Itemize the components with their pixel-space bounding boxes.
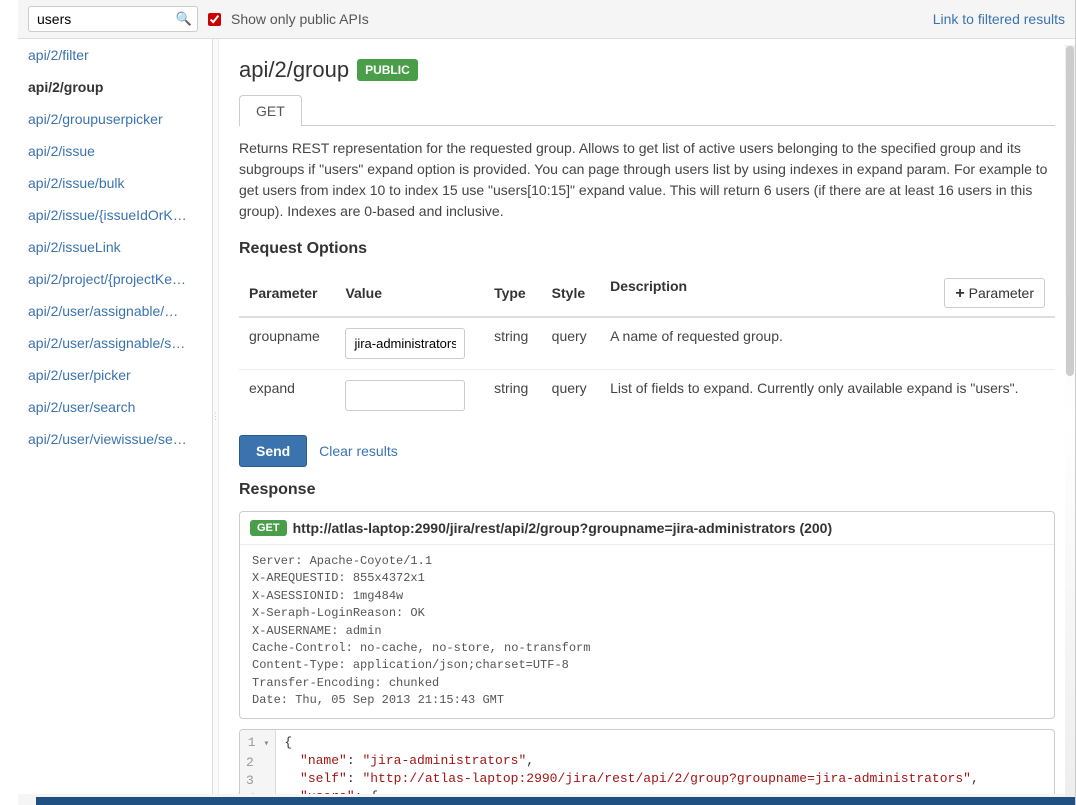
line-gutter: 1 ▾ 2 3 4 ▾ 5: [240, 730, 276, 794]
param-style: query: [542, 370, 600, 422]
sidebar: api/2/filterapi/2/groupapi/2/groupuserpi…: [18, 39, 213, 794]
add-parameter-button[interactable]: + Parameter: [944, 278, 1045, 308]
table-row: expand stringqueryList of fields to expan…: [239, 370, 1055, 422]
plus-icon: +: [955, 285, 964, 302]
param-desc: A name of requested group.: [600, 317, 1055, 370]
send-button[interactable]: Send: [239, 435, 307, 467]
sidebar-item[interactable]: api/2/user/viewissue/se…: [18, 423, 212, 455]
api-path: api/2/group: [239, 57, 349, 83]
th-parameter: Parameter: [239, 270, 335, 317]
param-name: groupname: [239, 317, 335, 370]
params-table: Parameter Value Type Style Description +…: [239, 270, 1055, 421]
json-code: { "name": "jira-administrators", "self":…: [276, 730, 986, 794]
json-body-box: 1 ▾ 2 3 4 ▾ 5 { "name": "jira-administra…: [239, 729, 1055, 794]
sidebar-item[interactable]: api/2/user/search: [18, 391, 212, 423]
sidebar-item[interactable]: api/2/user/picker: [18, 359, 212, 391]
show-public-label: Show only public APIs: [231, 11, 369, 27]
method-badge: GET: [250, 520, 287, 536]
response-box: GET http://atlas-laptop:2990/jira/rest/a…: [239, 511, 1055, 719]
th-style: Style: [542, 270, 600, 317]
sidebar-item[interactable]: api/2/groupuserpicker: [18, 103, 212, 135]
param-type: string: [484, 370, 542, 422]
th-type: Type: [484, 270, 542, 317]
tab-get[interactable]: GET: [239, 95, 302, 126]
sidebar-item[interactable]: api/2/issue/{issueIdOrK…: [18, 199, 212, 231]
clear-results-link[interactable]: Clear results: [319, 443, 398, 459]
sidebar-item[interactable]: api/2/project/{projectKe…: [18, 263, 212, 295]
method-tabs: GET: [239, 95, 1055, 126]
link-filtered-results[interactable]: Link to filtered results: [933, 11, 1065, 27]
response-heading: Response: [239, 481, 1055, 499]
api-description: Returns REST representation for the requ…: [239, 138, 1055, 222]
param-style: query: [542, 317, 600, 370]
show-public-checkbox[interactable]: [208, 13, 221, 26]
param-type: string: [484, 317, 542, 370]
sidebar-item[interactable]: api/2/group: [18, 71, 212, 103]
response-url-text: http://atlas-laptop:2990/jira/rest/api/2…: [293, 520, 833, 536]
response-headers: Server: Apache-Coyote/1.1 X-AREQUESTID: …: [240, 545, 1054, 718]
table-row: groupname stringqueryA name of requested …: [239, 317, 1055, 370]
th-description: Description + Parameter: [600, 270, 1055, 317]
param-value-input[interactable]: [345, 328, 465, 359]
request-options-heading: Request Options: [239, 240, 1055, 258]
sidebar-item[interactable]: api/2/issueLink: [18, 231, 212, 263]
scrollbar-thumb[interactable]: [1066, 46, 1074, 376]
param-name: expand: [239, 370, 335, 422]
footer-bar: [36, 797, 1075, 805]
sidebar-item[interactable]: api/2/user/assignable/…: [18, 295, 212, 327]
param-value-input[interactable]: [345, 380, 465, 411]
api-title: api/2/group PUBLIC: [239, 57, 1055, 83]
response-url-line: GET http://atlas-laptop:2990/jira/rest/a…: [240, 512, 1054, 545]
topbar: 🔍 Show only public APIs Link to filtered…: [18, 0, 1075, 39]
search-input[interactable]: [28, 6, 198, 32]
sidebar-item[interactable]: api/2/user/assignable/s…: [18, 327, 212, 359]
public-badge: PUBLIC: [357, 59, 418, 81]
content-pane: api/2/group PUBLIC GET Returns REST repr…: [219, 39, 1075, 794]
param-desc: List of fields to expand. Currently only…: [600, 370, 1055, 422]
sidebar-item[interactable]: api/2/filter: [18, 39, 212, 71]
th-value: Value: [335, 270, 484, 317]
sidebar-item[interactable]: api/2/issue: [18, 135, 212, 167]
sidebar-item[interactable]: api/2/issue/bulk: [18, 167, 212, 199]
